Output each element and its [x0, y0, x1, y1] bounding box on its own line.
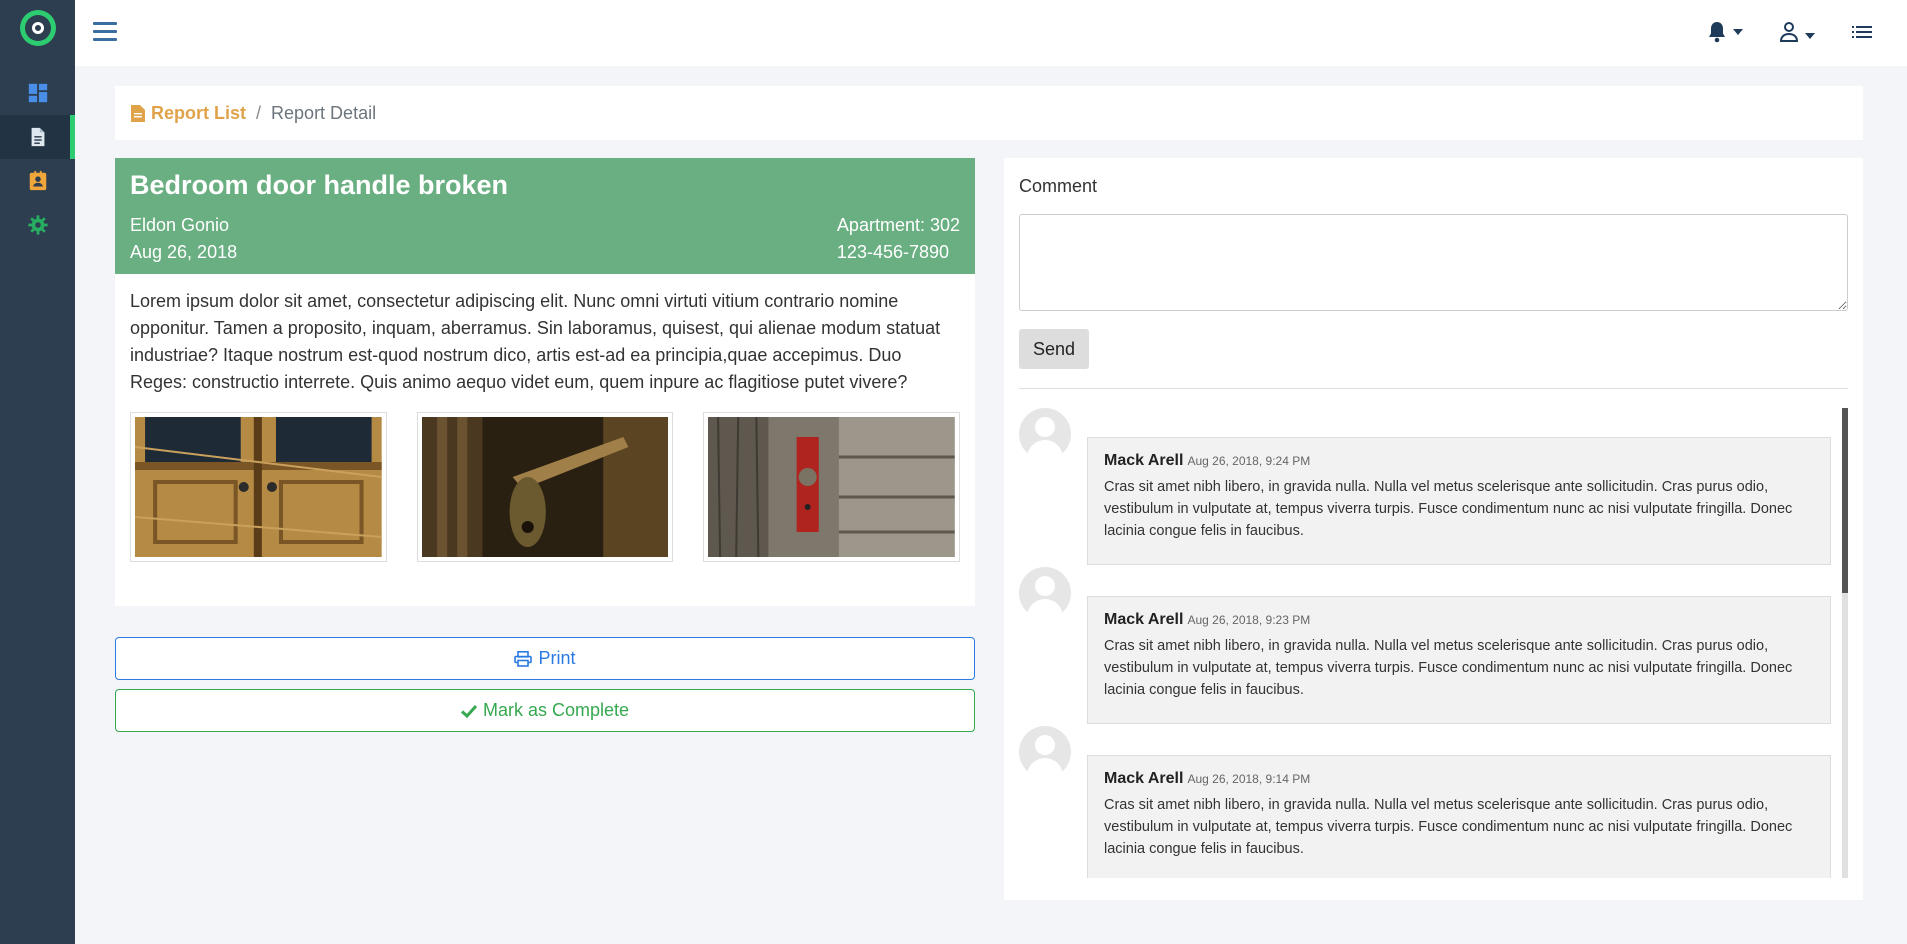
wooden-door-image	[135, 417, 382, 557]
document-icon	[131, 104, 145, 122]
hamburger-icon[interactable]	[93, 22, 117, 44]
report-title: Bedroom door handle broken	[130, 170, 509, 200]
scrollbar-thumb[interactable]	[1842, 408, 1848, 593]
dashboard-icon	[28, 83, 47, 103]
avatar	[1019, 567, 1071, 619]
report-card: Bedroom door handle broken Eldon Gonio A…	[115, 158, 975, 606]
mark-complete-button[interactable]: Mark as Complete	[115, 689, 975, 732]
report-body: Lorem ipsum dolor sit amet, consectetur …	[115, 274, 975, 576]
comment-bubble: Mack Arell Aug 26, 2018, 9:14 PM Cras sit…	[1087, 755, 1831, 878]
comment-item: Mack Arell Aug 26, 2018, 9:14 PM Cras sit…	[1019, 726, 1831, 878]
comment-author: Mack Arell	[1104, 452, 1184, 469]
check-icon	[460, 704, 477, 718]
apartment-number: Apartment: 302	[836, 215, 960, 235]
report-meta-left: Eldon Gonio Aug 26, 2018	[130, 212, 237, 266]
comment-time: Aug 26, 2018, 9:24 PM	[1187, 454, 1311, 468]
avatar	[1019, 408, 1071, 460]
door-handle-image	[421, 417, 669, 557]
chevron-down-icon	[1733, 29, 1743, 35]
list-menu-button[interactable]	[1852, 18, 1872, 46]
sidebar-item-reports[interactable]	[0, 115, 75, 159]
report-description: Lorem ipsum dolor sit amet, consectetur …	[130, 291, 941, 392]
sidebar-item-dashboard[interactable]	[0, 71, 75, 115]
comment-bubble: Mack Arell Aug 26, 2018, 9:23 PM Cras sit…	[1087, 596, 1831, 724]
comment-item: Mack Arell Aug 26, 2018, 9:23 PM Cras sit…	[1019, 567, 1831, 724]
user-icon	[1779, 22, 1799, 42]
comments-panel: Comment Send Mack Arell Aug 26, 2018, 9:2…	[1004, 158, 1863, 900]
list-icon	[1852, 26, 1872, 38]
photo-gallery	[130, 412, 961, 562]
breadcrumb: Report List / Report Detail	[115, 86, 1863, 140]
report-meta-right: Apartment: 302 123-456-7890	[837, 212, 960, 266]
comment-author: Mack Arell	[1104, 611, 1184, 628]
breadcrumb-current: Report Detail	[271, 102, 377, 123]
printer-icon	[514, 650, 533, 667]
comment-list[interactable]: Mack Arell Aug 26, 2018, 9:24 PM Cras sit…	[1019, 408, 1848, 878]
weathered-door-image	[708, 417, 956, 557]
photo-thumbnail[interactable]	[703, 412, 961, 562]
comment-time: Aug 26, 2018, 9:23 PM	[1187, 613, 1311, 627]
report-header: Bedroom door handle broken Eldon Gonio A…	[115, 158, 975, 274]
comment-item: Mack Arell Aug 26, 2018, 9:24 PM Cras sit…	[1019, 408, 1831, 565]
logo-icon[interactable]	[20, 10, 56, 46]
sidebar-item-contacts[interactable]	[0, 159, 75, 203]
comment-bubble: Mack Arell Aug 26, 2018, 9:24 PM Cras sit…	[1087, 437, 1831, 565]
comment-label: Comment	[1019, 176, 1098, 196]
topbar	[75, 0, 1907, 66]
breadcrumb-separator: /	[256, 102, 262, 123]
comment-text: Cras sit amet nibh libero, in gravida nu…	[1104, 479, 1793, 539]
send-button[interactable]: Send	[1019, 329, 1089, 369]
photo-thumbnail[interactable]	[416, 412, 674, 562]
print-button[interactable]: Print	[115, 637, 975, 680]
divider	[1019, 388, 1848, 389]
chevron-down-icon	[1805, 33, 1815, 39]
avatar	[1019, 726, 1071, 778]
sidebar	[0, 0, 75, 944]
phone-number: 123-456-7890	[836, 242, 950, 262]
document-icon	[31, 127, 44, 147]
report-date: Aug 26, 2018	[130, 242, 238, 262]
comment-time: Aug 26, 2018, 9:14 PM	[1187, 772, 1311, 786]
comment-text: Cras sit amet nibh libero, in gravida nu…	[1104, 797, 1793, 857]
bell-icon	[1709, 22, 1725, 43]
comment-text: Cras sit amet nibh libero, in gravida nu…	[1104, 638, 1793, 698]
contact-card-icon	[29, 170, 46, 191]
reporter-name: Eldon Gonio	[130, 215, 230, 235]
comment-author: Mack Arell	[1104, 770, 1184, 787]
notifications-dropdown[interactable]	[1707, 18, 1743, 46]
comment-input[interactable]	[1019, 214, 1848, 311]
gear-icon	[27, 215, 48, 235]
photo-thumbnail[interactable]	[130, 412, 387, 562]
sidebar-item-settings[interactable]	[0, 203, 75, 247]
breadcrumb-link-report-list[interactable]: Report List	[131, 103, 246, 124]
user-dropdown[interactable]	[1779, 18, 1815, 46]
